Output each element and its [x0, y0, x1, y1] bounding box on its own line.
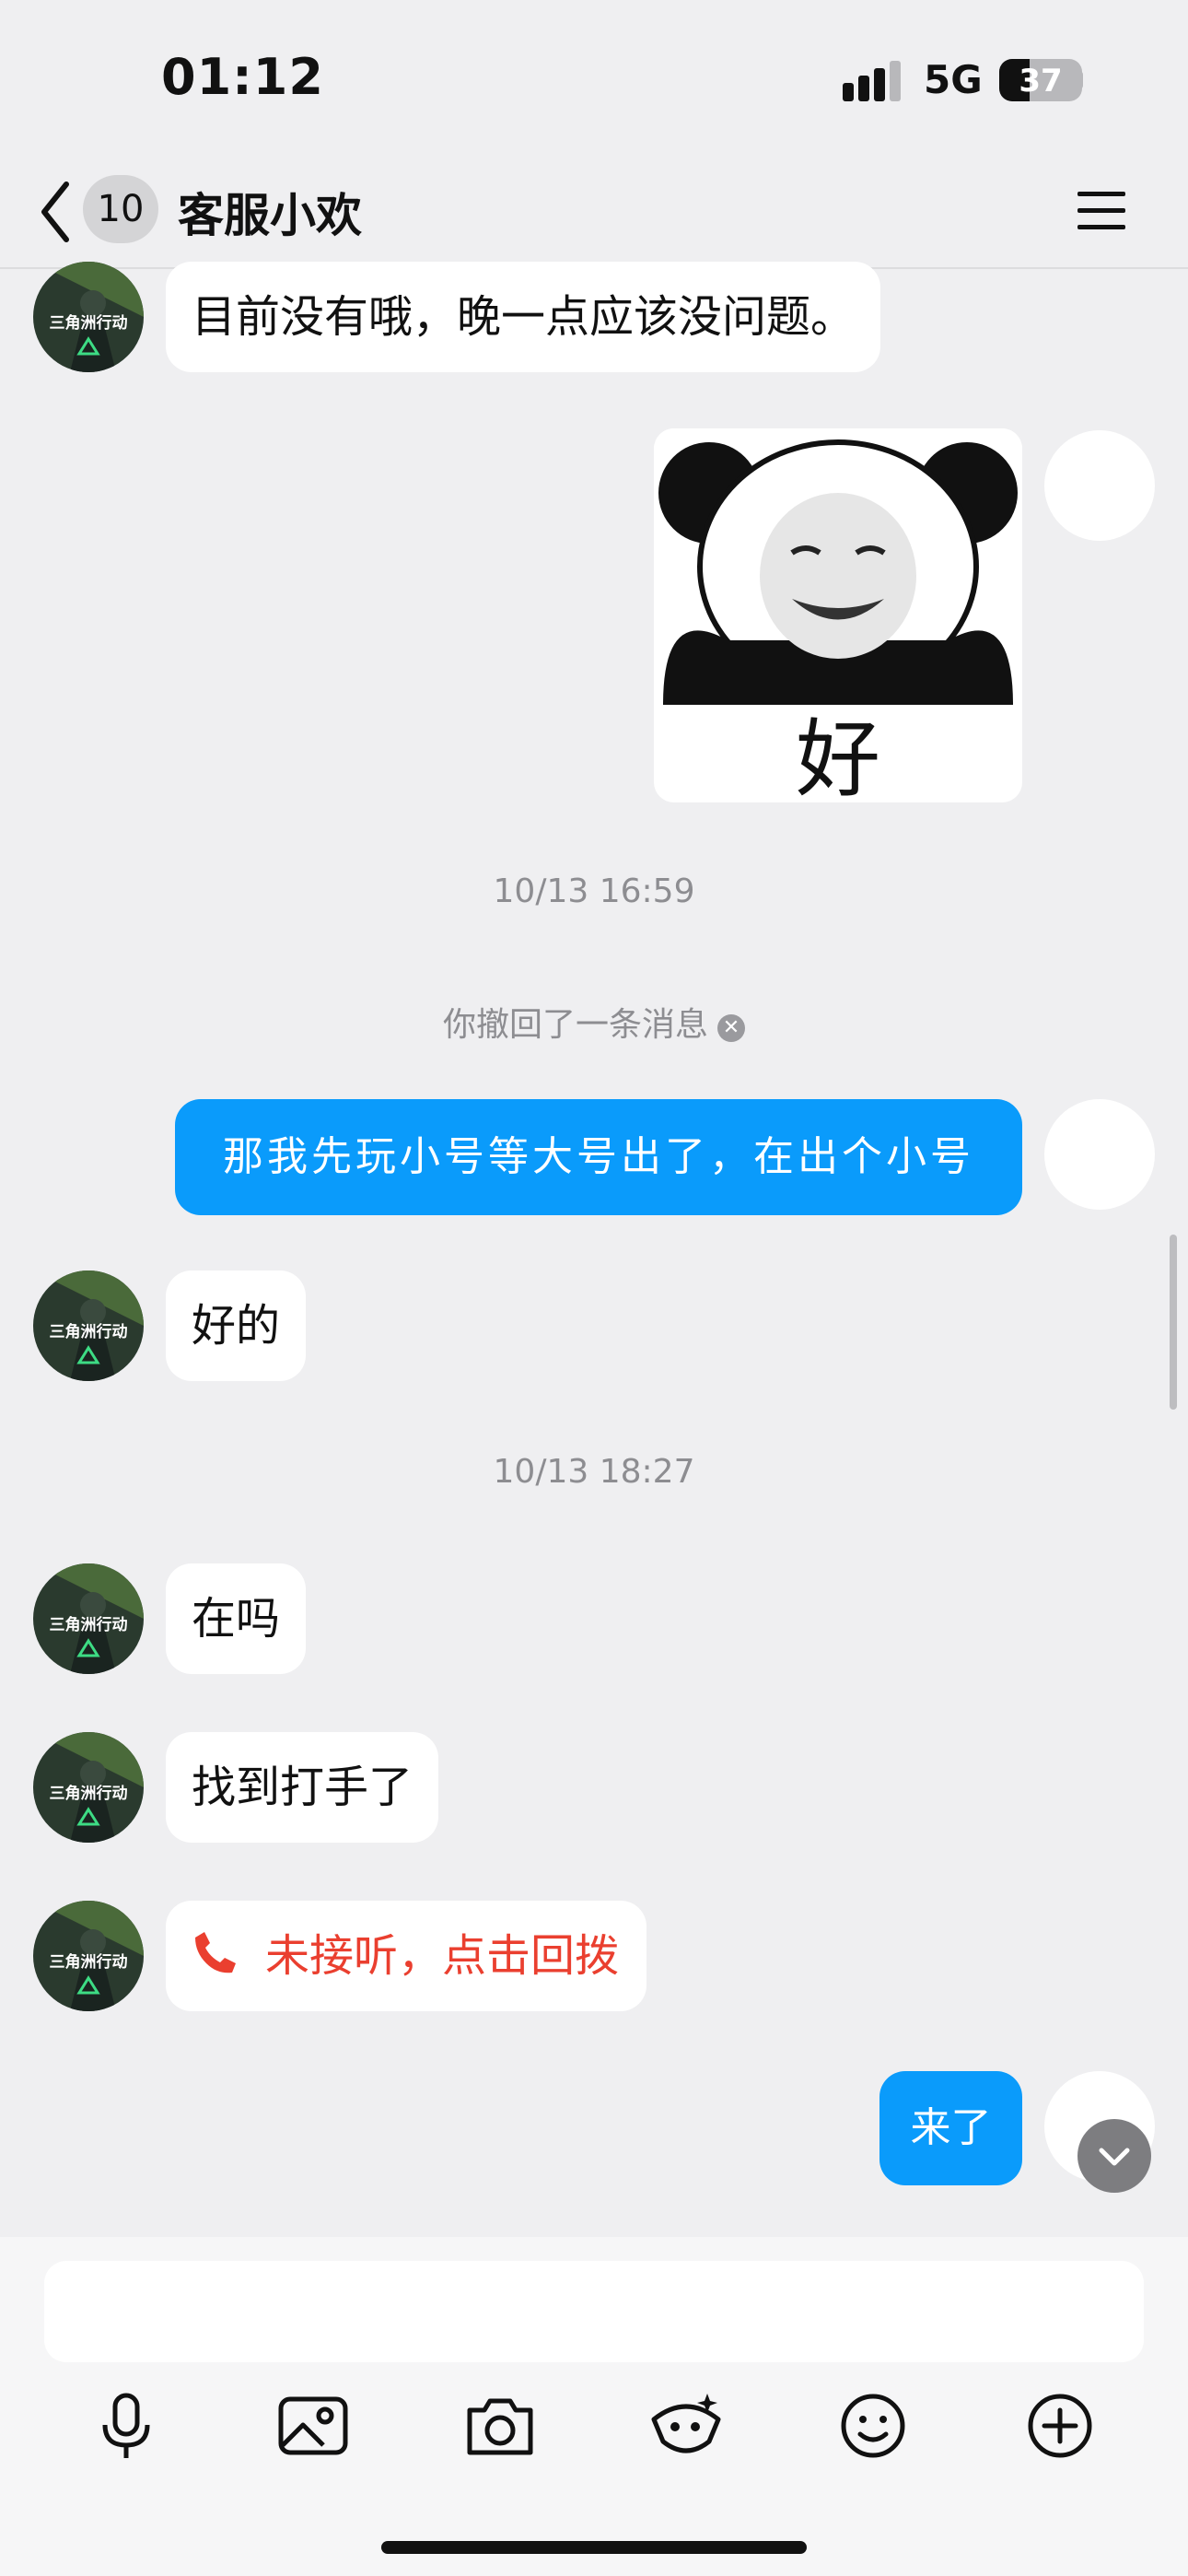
mic-icon[interactable] — [85, 2384, 168, 2467]
emoji-icon[interactable] — [832, 2384, 914, 2467]
recall-text: 你撤回了一条消息 — [442, 1006, 708, 1044]
svg-text:三角洲行动: 三角洲行动 — [50, 1952, 128, 1972]
sticker-message[interactable]: 好 — [654, 428, 1022, 802]
back-icon[interactable] — [35, 177, 81, 247]
avatar[interactable]: 三角洲行动 — [33, 262, 144, 372]
battery-cap — [1077, 71, 1083, 89]
message-bubble[interactable]: 好的 — [166, 1270, 307, 1381]
game-avatar-icon: 三角洲行动 — [33, 1901, 144, 2011]
message-text: 找到打手了 — [192, 1762, 413, 1813]
scroll-down-button[interactable] — [1077, 2119, 1151, 2193]
message-text: 那我先玩小号等大号出了，在出个小号 — [223, 1133, 974, 1180]
svg-text:三角洲行动: 三角洲行动 — [50, 1615, 128, 1634]
status-time: 01:12 — [161, 48, 324, 106]
sticker-caption: 好 — [795, 710, 880, 802]
timestamp: 10/13 18:27 — [493, 1453, 695, 1491]
status-bar: 01:12 5G 37 — [0, 0, 1188, 157]
message-text: 在吗 — [192, 1593, 281, 1645]
avatar[interactable]: 三角洲行动 — [33, 1563, 144, 1674]
network-type: 5G — [924, 57, 983, 102]
self-avatar[interactable] — [1044, 430, 1155, 541]
message-text: 目前没有哦，晚一点应该没问题。 — [192, 291, 856, 343]
chat-title[interactable]: 客服小欢 — [178, 179, 362, 245]
missed-call-text: 未接听，点击回拨 — [265, 1930, 620, 1982]
game-avatar-icon: 三角洲行动 — [33, 262, 144, 372]
scrollbar[interactable] — [1170, 1235, 1177, 1410]
plus-icon[interactable] — [1019, 2384, 1101, 2467]
phone-icon — [195, 1932, 236, 1973]
avatar[interactable]: 三角洲行动 — [33, 1901, 144, 2011]
message-text: 来了 — [910, 2104, 992, 2151]
panda-sticker-icon — [654, 428, 1022, 705]
message-bubble[interactable]: 来了 — [879, 2071, 1022, 2185]
menu-icon[interactable] — [1074, 188, 1129, 234]
message-bubble[interactable]: 找到打手了 — [166, 1732, 439, 1843]
timestamp: 10/13 16:59 — [493, 872, 695, 910]
missed-call-bubble[interactable]: 未接听，点击回拨 — [166, 1901, 647, 2011]
home-indicator[interactable] — [381, 2541, 807, 2554]
message-input[interactable] — [44, 2261, 1144, 2362]
chevron-down-icon — [1099, 2148, 1130, 2166]
avatar[interactable]: 三角洲行动 — [33, 1270, 144, 1381]
svg-text:三角洲行动: 三角洲行动 — [50, 1784, 128, 1803]
battery-level: 37 — [1019, 63, 1063, 100]
image-icon[interactable] — [272, 2384, 355, 2467]
message-text: 好的 — [192, 1300, 281, 1352]
avatar[interactable]: 三角洲行动 — [33, 1732, 144, 1843]
camera-icon[interactable] — [459, 2384, 542, 2467]
red-packet-icon[interactable] — [645, 2384, 728, 2467]
game-avatar-icon: 三角洲行动 — [33, 1732, 144, 1843]
recall-notice: 你撤回了一条消息 ✕ — [0, 998, 1188, 1046]
chat-header: 10 客服小欢 — [0, 157, 1188, 269]
svg-text:三角洲行动: 三角洲行动 — [50, 1322, 128, 1341]
message-bubble[interactable]: 那我先玩小号等大号出了，在出个小号 — [175, 1099, 1022, 1215]
unread-badge[interactable]: 10 — [83, 175, 158, 243]
input-area — [0, 2237, 1188, 2576]
game-avatar-icon: 三角洲行动 — [33, 1563, 144, 1674]
game-avatar-icon: 三角洲行动 — [33, 1270, 144, 1381]
self-avatar[interactable] — [1044, 1099, 1155, 1210]
message-bubble[interactable]: 在吗 — [166, 1563, 307, 1674]
signal-icon — [843, 61, 901, 101]
message-bubble[interactable]: 目前没有哦，晚一点应该没问题。 — [166, 262, 881, 372]
close-icon[interactable]: ✕ — [717, 1014, 745, 1042]
battery-icon: 37 — [999, 59, 1082, 101]
svg-text:三角洲行动: 三角洲行动 — [50, 313, 128, 333]
